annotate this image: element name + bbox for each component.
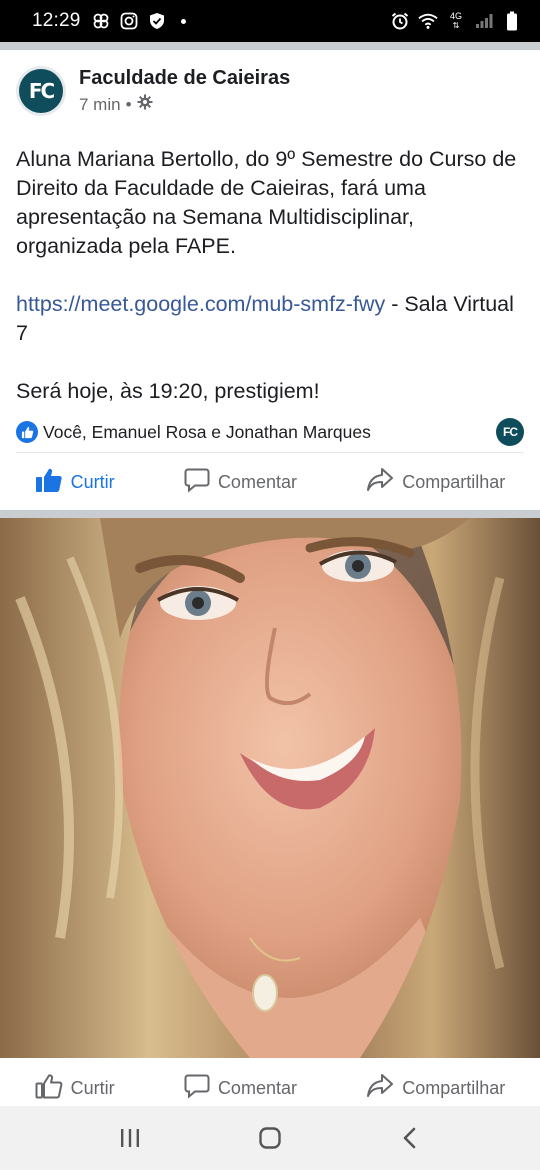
share-label: Compartilhar (402, 471, 506, 492)
page-avatar-logo: FC (19, 69, 63, 113)
thumbs-up-filled-icon (35, 467, 63, 498)
alarm-icon (390, 11, 410, 31)
photo-like-label: Curtir (70, 1077, 115, 1098)
page-avatar[interactable]: FC (16, 66, 66, 116)
comment-button[interactable]: Comentar (184, 467, 297, 498)
status-bar: 12:29 4G ⇅ (0, 0, 540, 42)
post-paragraph: Será hoje, às 19:20, prestigiem! (16, 379, 320, 403)
instagram-icon (119, 11, 139, 31)
share-icon (366, 467, 394, 498)
page-name[interactable]: Faculdade de Caieiras (79, 67, 290, 90)
post-photo[interactable] (0, 518, 540, 1058)
share-button[interactable]: Compartilhar (366, 467, 505, 498)
post-paragraph-link: https://meet.google.com/mub-smfz-fwy - S… (16, 290, 526, 348)
photo-comment-label: Comentar (217, 1077, 297, 1098)
home-button[interactable] (250, 1118, 290, 1158)
gear-icon (137, 94, 153, 115)
photo-like-button[interactable]: Curtir (35, 1073, 115, 1104)
meta-separator: • (125, 94, 132, 114)
thumbs-up-icon (35, 1073, 63, 1104)
post-time[interactable]: 7 min (79, 95, 121, 115)
like-button[interactable]: Curtir (35, 467, 115, 498)
system-nav-bar (0, 1106, 540, 1170)
wifi-icon (418, 11, 438, 31)
share-icon (366, 1073, 394, 1104)
comment-icon (184, 1073, 210, 1104)
post-paragraph: Aluna Mariana Bertollo, do 9º Semestre d… (16, 147, 517, 258)
like-label: Curtir (70, 471, 115, 492)
back-button[interactable] (390, 1118, 430, 1158)
comment-label: Comentar (217, 471, 297, 492)
photo-share-button[interactable]: Compartilhar (366, 1073, 505, 1104)
pinwheel-icon (91, 11, 111, 31)
reactions-summary[interactable]: Você, Emanuel Rosa e Jonathan Marques FC (16, 418, 524, 446)
reactor-avatar[interactable]: FC (496, 418, 524, 446)
recent-apps-button[interactable] (110, 1118, 150, 1158)
post-body: Aluna Mariana Bertollo, do 9º Semestre d… (16, 145, 526, 406)
meet-link[interactable]: https://meet.google.com/mub-smfz-fwy (16, 292, 385, 316)
comment-icon (184, 467, 210, 498)
network-label: 4G (449, 11, 462, 21)
notification-dot-icon (180, 18, 186, 24)
photo-comment-button[interactable]: Comentar (184, 1073, 297, 1104)
like-reaction-icon (16, 421, 38, 443)
photo-share-label: Compartilhar (402, 1077, 506, 1098)
divider (16, 452, 524, 453)
reactions-text: Você, Emanuel Rosa e Jonathan Marques (43, 421, 371, 442)
status-time: 12:29 (32, 10, 81, 31)
shield-check-icon (147, 11, 167, 31)
post-actions: Curtir Comentar Compartilhar (0, 454, 540, 510)
feed-separator (0, 42, 540, 50)
feed-separator (0, 510, 540, 518)
network-4g-icon: 4G ⇅ (449, 11, 462, 31)
battery-icon (502, 11, 522, 31)
post-header: FC Faculdade de Caieiras 7 min • (16, 66, 290, 116)
signal-icon (474, 11, 494, 31)
post-meta: 7 min • (79, 94, 290, 115)
